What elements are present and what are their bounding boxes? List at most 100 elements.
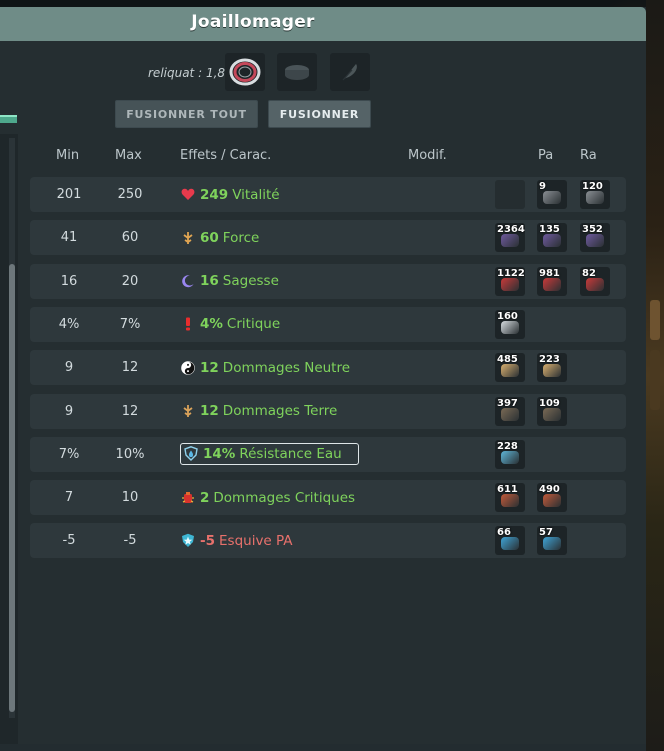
effect-label: Dommages Terre (222, 403, 338, 419)
fusion-header: reliquat : 1,8 FUSIONNER TOUT FUSIONNER (0, 41, 646, 139)
rune-slot[interactable]: 109 (537, 396, 567, 426)
effect-cell: 60 Force (180, 220, 259, 255)
reliquat-text: reliquat : 1,8 (148, 66, 226, 80)
rune-placeholder-icon (285, 65, 309, 80)
heart-icon (180, 187, 196, 203)
rune-quantity: 135 (539, 224, 560, 236)
effect-label: Vitalité (232, 186, 280, 203)
max-value: 20 (121, 273, 139, 289)
min-value: 41 (60, 230, 78, 246)
rune-slot[interactable]: 120 (580, 180, 610, 209)
rune-icon (501, 537, 519, 551)
title-bar[interactable]: Joaillomager (0, 7, 646, 41)
rune-slot[interactable]: 228 (495, 439, 525, 469)
effect-cell: 249 Vitalité (180, 177, 280, 212)
table-row[interactable]: -5 -5 -5 Esquive PA 66 57 (30, 523, 626, 559)
max-value: -5 (123, 533, 137, 549)
left-scrollbar-area (0, 134, 18, 744)
effect-cell: 16 Sagesse (180, 264, 279, 299)
effect-label: Force (222, 229, 260, 246)
rune-slot[interactable]: 1122 (495, 266, 525, 296)
rune-slot[interactable]: 66 (495, 526, 525, 556)
effect-value: 249 (200, 186, 229, 203)
rune-quantity: 160 (497, 310, 518, 322)
max-value: 250 (117, 187, 143, 202)
table-row[interactable]: 201 250 249 Vitalité 9 120 (30, 177, 626, 212)
rune-icon (543, 234, 561, 248)
table-row[interactable]: 4% 7% 4% Critique 160 (30, 306, 626, 342)
rune-slot[interactable]: 397 (495, 396, 525, 426)
earth-icon (180, 403, 196, 419)
rune-quantity: 228 (497, 440, 518, 452)
rune-quantity: 352 (582, 224, 603, 236)
rune-icon (501, 320, 519, 334)
effect-value: 2 (200, 489, 210, 506)
rune-icon (543, 277, 561, 291)
rune-icon (543, 407, 561, 421)
rune-slot[interactable]: 57 (537, 526, 567, 556)
effect-cell[interactable]: 14% Résistance Eau (180, 442, 359, 465)
col-max: Max (115, 148, 142, 163)
rune-icon (586, 277, 604, 291)
yin-yang-icon (180, 360, 196, 376)
effect-cell: -5 Esquive PA (180, 523, 293, 558)
max-value: 10% (115, 446, 145, 462)
min-value: 4% (58, 316, 80, 332)
rune-icon (501, 234, 519, 248)
effect-value: 16 (200, 273, 219, 290)
rune-slot[interactable]: 223 (537, 353, 567, 383)
rune-slot[interactable]: 490 (537, 483, 567, 513)
rune-slot[interactable]: 2364 (495, 223, 525, 253)
effect-value: 14% (203, 445, 236, 462)
rune-icon (543, 494, 561, 508)
exclamation-icon (180, 316, 196, 332)
effect-value: 4% (200, 316, 223, 333)
side-indicator (0, 115, 17, 123)
scrollbar-thumb[interactable] (9, 264, 15, 712)
rune-icon (501, 450, 519, 464)
rune-icon (501, 494, 519, 508)
effects-table: Min Max Effets / Carac. Modif. Pa Ra 201… (18, 134, 646, 744)
fuse-button[interactable]: FUSIONNER (268, 100, 371, 128)
rune-slot[interactable]: 611 (495, 483, 525, 513)
min-value: 9 (64, 403, 74, 419)
max-value: 7% (119, 316, 141, 332)
rune-slot[interactable]: 352 (580, 223, 610, 253)
effect-label: Critique (226, 316, 281, 333)
rune-icon (501, 364, 519, 378)
effect-value: -5 (200, 532, 215, 549)
col-effects: Effets / Carac. (180, 148, 272, 163)
effect-label: Dommages Critiques (213, 489, 356, 506)
potion-slot[interactable] (330, 53, 370, 91)
empty-rune-slot (495, 180, 525, 209)
rune-slot[interactable]: 135 (537, 223, 567, 253)
rune-slot[interactable]: 485 (495, 353, 525, 383)
rune-icon (543, 537, 561, 551)
item-slot[interactable] (225, 53, 265, 91)
rune-quantity: 109 (539, 397, 560, 409)
rune-quantity: 397 (497, 397, 518, 409)
col-pa: Pa (538, 148, 554, 163)
rune-icon (543, 191, 561, 204)
table-row[interactable]: 41 60 60 Force 2364 135 352 (30, 220, 626, 256)
rune-icon (586, 234, 604, 248)
rune-slot[interactable]: 981 (537, 266, 567, 296)
fuse-all-button[interactable]: FUSIONNER TOUT (115, 100, 258, 128)
rune-slot[interactable]: 160 (495, 309, 525, 339)
rune-icon (501, 277, 519, 291)
table-row[interactable]: 9 12 12 Dommages Terre 397 109 (30, 393, 626, 429)
effect-label: Dommages Neutre (222, 359, 351, 376)
rune-icon (586, 191, 604, 204)
table-row[interactable]: 16 20 16 Sagesse 1122 981 82 (30, 263, 626, 299)
rune-slot[interactable]: 82 (580, 266, 610, 296)
min-value: -5 (62, 533, 76, 549)
table-row[interactable]: 9 12 12 Dommages Neutre 485 223 (30, 350, 626, 386)
min-value: 7% (58, 446, 80, 462)
dodge-pa-icon (180, 533, 196, 549)
col-min: Min (56, 148, 80, 163)
rune-slot[interactable]: 9 (537, 180, 567, 209)
rune-slot[interactable] (277, 53, 317, 91)
effect-cell: 12 Dommages Neutre (180, 350, 350, 385)
table-row[interactable]: 7 10 2 Dommages Critiques 611 490 (30, 480, 626, 516)
table-row[interactable]: 7% 10% 14% Résistance Eau 228 (30, 436, 626, 472)
